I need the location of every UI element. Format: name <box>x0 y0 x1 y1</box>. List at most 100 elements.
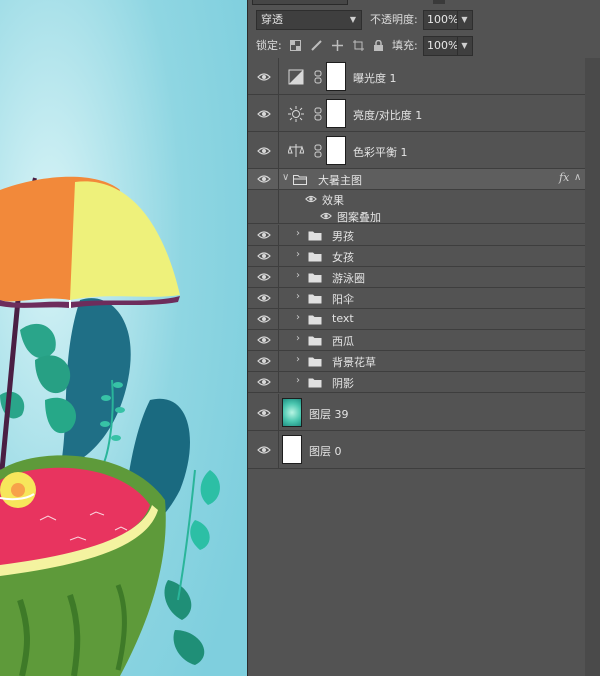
group-row-selected[interactable]: ∨ 大暑主图 fx ∧ <box>248 169 585 190</box>
fill-value: 100% <box>427 39 459 52</box>
eye-icon[interactable] <box>257 109 271 119</box>
canvas-artwork <box>0 0 247 676</box>
chevron-down-icon: ▼ <box>349 15 357 24</box>
opacity-value: 100% <box>427 13 459 26</box>
eye-icon[interactable] <box>257 174 271 184</box>
folder-icon <box>308 273 322 283</box>
chevron-right-icon[interactable]: › <box>296 228 300 239</box>
layers-scrollbar[interactable] <box>585 58 600 676</box>
layer-mask-thumbnail[interactable] <box>326 62 346 91</box>
folder-icon <box>308 294 322 304</box>
lock-position-move-icon[interactable] <box>332 40 343 51</box>
group-row[interactable]: › 西瓜 <box>248 330 585 351</box>
effects-row[interactable]: 效果 <box>248 190 585 207</box>
chevron-right-icon[interactable]: › <box>296 333 300 344</box>
link-icon[interactable] <box>314 70 322 84</box>
layer-name[interactable]: 亮度/对比度 1 <box>353 107 422 123</box>
eye-icon[interactable] <box>257 230 271 240</box>
lock-pixels-brush-icon[interactable] <box>311 40 322 51</box>
panel-tab-strip[interactable] <box>252 0 348 5</box>
lock-artboard-icon[interactable] <box>353 40 364 51</box>
layer-name[interactable]: 西瓜 <box>332 333 354 349</box>
eye-icon[interactable] <box>257 146 271 156</box>
layer-name[interactable]: 男孩 <box>332 228 354 244</box>
eye-icon[interactable] <box>320 211 332 221</box>
eye-icon[interactable] <box>257 72 271 82</box>
opacity-field[interactable]: 100% ▼ <box>423 10 473 30</box>
eye-icon[interactable] <box>257 251 271 261</box>
eye-icon[interactable] <box>257 377 271 387</box>
layer-row[interactable]: 图层 0 <box>248 431 585 469</box>
brightness-icon <box>288 106 304 122</box>
layer-name[interactable]: 图层 0 <box>309 443 342 459</box>
layer-name[interactable]: 曝光度 1 <box>353 70 397 86</box>
chevron-right-icon[interactable]: › <box>296 270 300 281</box>
layers-list: 曝光度 1 亮度/对比度 1 色彩平衡 1 ∨ 大暑主图 fx ∧ 效果 图案叠… <box>248 58 585 676</box>
eye-icon[interactable] <box>257 314 271 324</box>
exposure-icon <box>288 69 304 85</box>
eye-icon[interactable] <box>305 194 317 204</box>
layer-name[interactable]: 色彩平衡 1 <box>353 144 408 160</box>
layer-name[interactable]: 阴影 <box>332 375 354 391</box>
layer-mask-thumbnail[interactable] <box>326 99 346 128</box>
lock-row: 锁定: 填充: 100% ▼ <box>248 35 600 57</box>
lock-transparency-icon[interactable] <box>290 40 301 51</box>
layer-row[interactable]: 曝光度 1 <box>248 58 585 95</box>
effect-item-row[interactable]: 图案叠加 <box>248 207 585 224</box>
eye-icon[interactable] <box>257 445 271 455</box>
chevron-down-icon: ▼ <box>457 37 471 55</box>
layer-row[interactable]: 色彩平衡 1 <box>248 132 585 169</box>
group-row[interactable]: › 游泳圈 <box>248 267 585 288</box>
chevron-up-icon[interactable]: ∧ <box>574 172 581 183</box>
effect-item-label[interactable]: 图案叠加 <box>337 209 381 225</box>
eye-icon[interactable] <box>257 293 271 303</box>
group-row[interactable]: › 男孩 <box>248 225 585 246</box>
chevron-right-icon[interactable]: › <box>296 375 300 386</box>
chevron-down-icon[interactable]: ∨ <box>282 172 289 183</box>
layer-name[interactable]: 大暑主图 <box>318 172 362 188</box>
effects-label[interactable]: 效果 <box>322 192 344 208</box>
layer-thumbnail[interactable] <box>282 398 302 427</box>
folder-icon <box>308 378 322 388</box>
folder-icon <box>308 357 322 367</box>
eye-icon[interactable] <box>257 356 271 366</box>
chevron-right-icon[interactable]: › <box>296 354 300 365</box>
layer-name[interactable]: 图层 39 <box>309 406 349 422</box>
chevron-right-icon[interactable]: › <box>296 249 300 260</box>
layer-mask-thumbnail[interactable] <box>326 136 346 165</box>
group-row[interactable]: › 阴影 <box>248 372 585 393</box>
illustration <box>0 0 247 676</box>
folder-icon <box>308 252 322 262</box>
fill-field[interactable]: 100% ▼ <box>423 36 473 56</box>
layer-name[interactable]: text <box>332 312 354 325</box>
layer-thumbnail[interactable] <box>282 435 302 464</box>
layer-name[interactable]: 背景花草 <box>332 354 376 370</box>
group-row[interactable]: › 背景花草 <box>248 351 585 372</box>
blend-mode-select[interactable]: 穿透 ▼ <box>256 10 362 30</box>
blend-row: 穿透 ▼ 不透明度: 100% ▼ <box>248 9 600 32</box>
eye-icon[interactable] <box>257 272 271 282</box>
blend-mode-value: 穿透 <box>261 13 283 26</box>
group-row[interactable]: › 女孩 <box>248 246 585 267</box>
link-icon[interactable] <box>314 144 322 158</box>
eye-icon[interactable] <box>257 335 271 345</box>
chevron-right-icon[interactable]: › <box>296 312 300 323</box>
group-row[interactable]: › text <box>248 309 585 330</box>
link-icon[interactable] <box>314 107 322 121</box>
layer-name[interactable]: 游泳圈 <box>332 270 365 286</box>
layer-row[interactable]: 图层 39 <box>248 394 585 431</box>
group-row[interactable]: › 阳伞 <box>248 288 585 309</box>
eye-icon[interactable] <box>257 408 271 418</box>
fill-label: 填充: <box>392 39 418 52</box>
folder-open-icon <box>293 175 307 185</box>
lock-all-icon[interactable] <box>373 39 384 51</box>
layer-name[interactable]: 阳伞 <box>332 291 354 307</box>
layers-panel: 穿透 ▼ 不透明度: 100% ▼ 锁定: 填充: 100% ▼ 曝光度 1 亮… <box>247 0 600 676</box>
opacity-label: 不透明度: <box>370 13 418 26</box>
fx-icon[interactable]: fx <box>559 171 569 184</box>
chevron-down-icon: ▼ <box>457 11 471 29</box>
layer-row[interactable]: 亮度/对比度 1 <box>248 95 585 132</box>
lock-label: 锁定: <box>256 39 282 52</box>
layer-name[interactable]: 女孩 <box>332 249 354 265</box>
chevron-right-icon[interactable]: › <box>296 291 300 302</box>
